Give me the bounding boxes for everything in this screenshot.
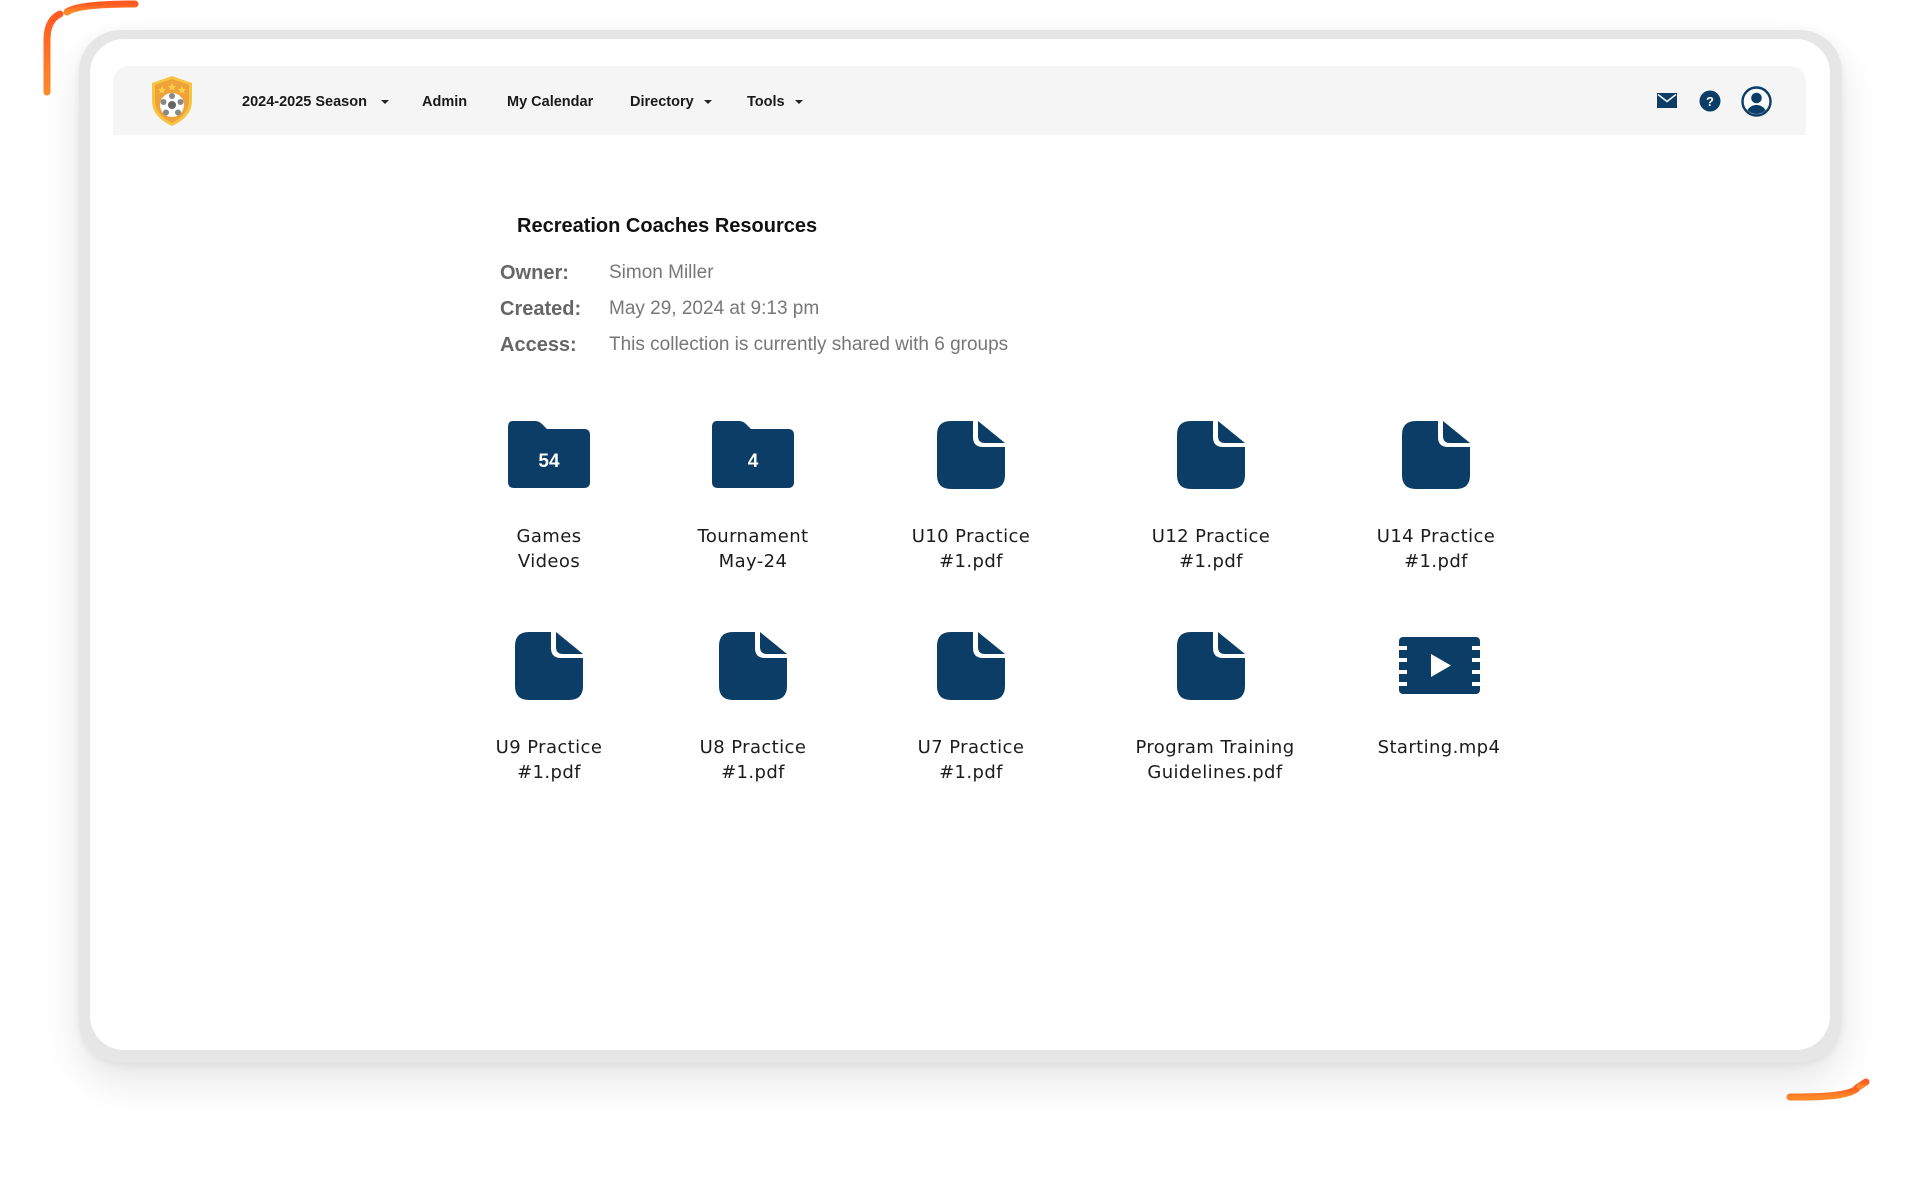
nav-admin-label: Admin	[422, 94, 468, 110]
owner-label: Owner:	[500, 262, 569, 284]
mail-icon[interactable]	[1657, 93, 1677, 108]
collection-title: Recreation Coaches Resources	[517, 215, 818, 237]
folder-item-count: 4	[747, 451, 759, 472]
item-label-line1: Starting.mp4	[1377, 737, 1501, 758]
item-label-line1: Games	[516, 526, 582, 547]
item-label-line1: U14 Practice	[1376, 526, 1496, 547]
item-label-line2: #1.pdf	[517, 762, 581, 783]
item-label-line1: U9 Practice	[495, 737, 603, 758]
item-label-line2: Videos	[517, 551, 581, 572]
document-item[interactable]: U14 Practice #1.pdf	[1336, 421, 1536, 574]
document-item[interactable]: Program Training Guidelines.pdf	[1115, 632, 1315, 785]
folder-item[interactable]: 4 Tournament May-24	[653, 421, 853, 574]
folder-item-count: 54	[538, 451, 560, 472]
document-item[interactable]: U9 Practice #1.pdf	[449, 632, 649, 785]
document-item[interactable]: U12 Practice #1.pdf	[1111, 421, 1311, 574]
item-label: Games Videos	[449, 524, 649, 574]
owner-value: Simon Miller	[609, 262, 714, 283]
document-item[interactable]: U10 Practice #1.pdf	[871, 421, 1071, 574]
access-value: This collection is currently shared with…	[609, 334, 1009, 355]
item-label: U7 Practice #1.pdf	[871, 735, 1071, 785]
item-label-line2: #1.pdf	[721, 762, 785, 783]
nav-my-calendar[interactable]: My Calendar	[507, 92, 593, 112]
folder-item[interactable]: 54 Games Videos	[449, 421, 649, 574]
svg-text:?: ?	[1706, 94, 1714, 109]
chevron-down-icon	[380, 100, 389, 104]
item-label: U8 Practice #1.pdf	[653, 735, 853, 785]
document-icon	[515, 632, 583, 700]
document-icon	[1177, 421, 1245, 489]
nav-directory-dropdown[interactable]: Directory	[630, 92, 712, 112]
item-label: Program Training Guidelines.pdf	[1115, 735, 1315, 785]
item-label: Tournament May-24	[653, 524, 853, 574]
access-label: Access:	[500, 334, 577, 356]
video-item[interactable]: Starting.mp4	[1339, 632, 1539, 760]
document-icon	[1402, 421, 1470, 489]
item-label-line1: U8 Practice	[699, 737, 807, 758]
nav-my-calendar-label: My Calendar	[507, 94, 594, 110]
chevron-down-icon	[703, 100, 712, 104]
created-label: Created:	[500, 298, 582, 320]
item-label: U12 Practice #1.pdf	[1111, 524, 1311, 574]
item-label: U10 Practice #1.pdf	[871, 524, 1071, 574]
item-label-line1: U7 Practice	[917, 737, 1025, 758]
document-icon	[1177, 632, 1245, 700]
nav-admin[interactable]: Admin	[422, 92, 467, 112]
item-label-line2: #1.pdf	[939, 762, 1003, 783]
document-icon	[937, 421, 1005, 489]
item-label-line2: #1.pdf	[939, 551, 1003, 572]
user-account-icon[interactable]	[1741, 86, 1772, 117]
nav-directory-label: Directory	[630, 94, 694, 110]
chevron-down-icon	[794, 100, 803, 104]
nav-tools-dropdown[interactable]: Tools	[747, 92, 803, 112]
team-logo-shield-icon[interactable]	[150, 75, 194, 127]
item-label-line2: May-24	[718, 551, 788, 572]
item-label-line1: U12 Practice	[1151, 526, 1271, 547]
document-item[interactable]: U7 Practice #1.pdf	[871, 632, 1071, 785]
document-icon	[937, 632, 1005, 700]
nav-season-label: 2024-2025 Season	[242, 94, 367, 110]
document-item[interactable]: U8 Practice #1.pdf	[653, 632, 853, 785]
item-label-line1: Program Training	[1135, 737, 1295, 758]
document-icon	[719, 632, 787, 700]
item-label-line2: Guidelines.pdf	[1147, 762, 1283, 783]
nav-tools-label: Tools	[747, 94, 785, 110]
video-file-icon	[1398, 637, 1480, 694]
nav-season-dropdown[interactable]: 2024-2025 Season	[242, 92, 389, 112]
created-value: May 29, 2024 at 9:13 pm	[609, 298, 820, 319]
item-label: Starting.mp4	[1339, 735, 1539, 760]
item-label-line2: #1.pdf	[1404, 551, 1468, 572]
item-label-line2: #1.pdf	[1179, 551, 1243, 572]
item-label-line1: U10 Practice	[911, 526, 1031, 547]
help-icon[interactable]: ?	[1699, 90, 1721, 112]
item-label: U14 Practice #1.pdf	[1336, 524, 1536, 574]
item-label-line1: Tournament	[697, 526, 809, 547]
item-label: U9 Practice #1.pdf	[449, 735, 649, 785]
